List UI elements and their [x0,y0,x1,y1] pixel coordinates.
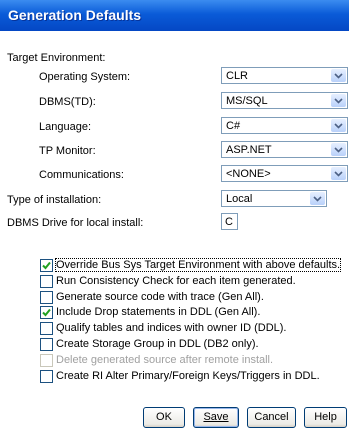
language-select[interactable]: C# [221,117,348,134]
option-label: Generate source code with trace (Gen All… [56,291,264,303]
window-title: Generation Defaults [8,7,142,23]
title-bar[interactable]: Generation Defaults [0,0,349,31]
language-value: C# [226,120,241,132]
chevron-down-icon[interactable] [331,119,346,132]
help-button[interactable]: Help [304,407,347,428]
chevron-down-icon[interactable] [331,94,346,107]
operating-system-select[interactable]: CLR [221,67,348,84]
dbms-drive-label: DBMS Drive for local install: [7,217,144,229]
communications-select[interactable]: <NONE> [221,165,348,182]
option-label: Include Drop statements in DDL (Gen All)… [56,306,261,318]
option-label: Create Storage Group in DDL (DB2 only). [56,338,259,350]
chevron-down-icon[interactable] [331,143,346,156]
dbms-label: DBMS(TD): [39,96,96,108]
dbms-select[interactable]: MS/SQL [221,92,348,109]
install-type-label: Type of installation: [7,194,102,206]
tp-monitor-select[interactable]: ASP.NET [221,141,348,158]
checkbox-checked[interactable] [40,259,53,272]
dbms-value: MS/SQL [226,95,268,107]
tp-monitor-value: ASP.NET [226,144,272,156]
dialog-body: Target Environment: Operating System: CL… [0,31,349,428]
ok-button-label: OK [156,411,172,423]
install-type-select[interactable]: Local [221,190,327,207]
operating-system-label: Operating System: [39,71,131,83]
checkbox[interactable] [40,291,53,304]
chevron-down-icon[interactable] [331,69,346,82]
operating-system-value: CLR [226,70,249,82]
checkbox[interactable] [40,275,53,288]
ok-button[interactable]: OK [143,407,185,428]
check-mark-icon [42,261,51,270]
checkbox[interactable] [40,322,53,335]
cancel-button[interactable]: Cancel [247,407,296,428]
target-environment-heading: Target Environment: [7,52,106,64]
help-button-label: Help [314,411,337,423]
option-label: Run Consistency Check for each item gene… [56,275,296,287]
communications-value: <NONE> [226,168,271,180]
checkbox[interactable] [40,338,53,351]
save-button[interactable]: Save [193,407,239,428]
check-mark-icon [42,308,51,317]
checkbox[interactable] [40,370,53,383]
option-label: Qualify tables and indices with owner ID… [56,322,287,334]
communications-label: Communications: [39,169,124,181]
option-label: Override Bus Sys Target Environment with… [54,258,342,272]
checkbox [40,354,53,367]
option-label: Create RI Alter Primary/Foreign Keys/Tri… [56,370,320,382]
install-type-value: Local [226,193,253,205]
option-label: Delete generated source after remote ins… [56,354,274,366]
dbms-drive-value: C [225,216,233,228]
tp-monitor-label: TP Monitor: [39,145,96,157]
cancel-button-label: Cancel [254,411,289,423]
chevron-down-icon[interactable] [331,167,346,180]
language-label: Language: [39,121,91,133]
save-button-label: Save [203,411,229,423]
chevron-down-icon[interactable] [310,192,325,205]
dbms-drive-input[interactable]: C [221,213,238,230]
generation-defaults-dialog: Generation Defaults Target Environment: … [0,0,349,428]
checkbox-checked[interactable] [40,306,53,319]
